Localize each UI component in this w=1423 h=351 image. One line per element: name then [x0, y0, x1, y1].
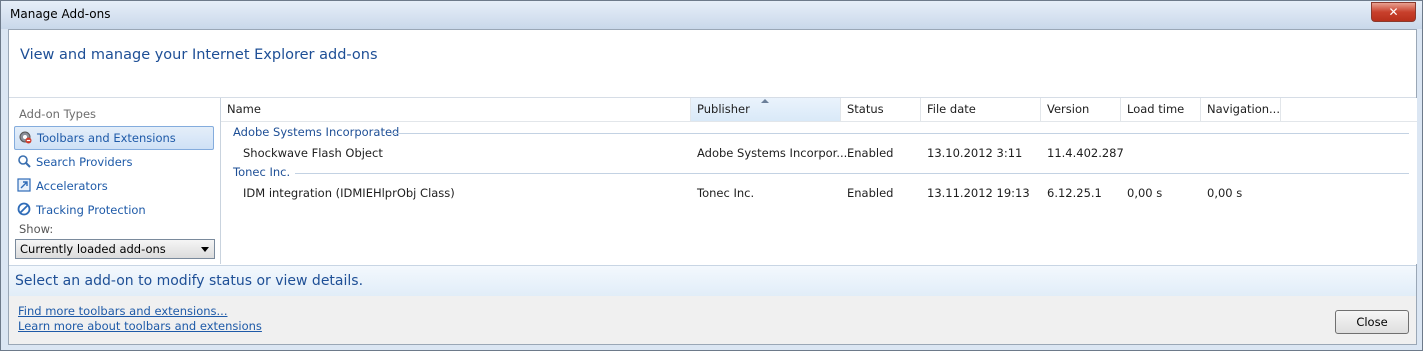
sidebar-item-toolbars-extensions[interactable]: Toolbars and Extensions	[14, 126, 214, 150]
manage-addons-window: Manage Add-ons ✕ View and manage your In…	[0, 0, 1423, 351]
window-title: Manage Add-ons	[10, 7, 111, 21]
cell-publisher: Tonec Inc.	[697, 186, 755, 200]
group-divider	[391, 133, 1409, 134]
show-label: Show:	[19, 222, 54, 236]
column-header-status[interactable]: Status	[841, 98, 921, 121]
cell-status: Enabled	[847, 146, 894, 160]
sort-ascending-icon	[761, 99, 769, 103]
close-button[interactable]: Close	[1335, 310, 1409, 334]
column-header-row: Name Publisher Status File date Version …	[221, 98, 1417, 122]
find-more-link[interactable]: Find more toolbars and extensions...	[18, 304, 227, 318]
cell-name: Shockwave Flash Object	[243, 146, 383, 160]
show-filter-value: Currently loaded add-ons	[20, 242, 166, 256]
window-close-button[interactable]: ✕	[1371, 2, 1416, 22]
column-header-version[interactable]: Version	[1041, 98, 1121, 121]
column-header-load-time[interactable]: Load time	[1121, 98, 1201, 121]
group-header: Adobe Systems Incorporated	[233, 125, 400, 139]
sidebar-item-tracking-protection[interactable]: Tracking Protection	[14, 199, 212, 221]
group-divider	[295, 173, 1409, 174]
group-header: Tonec Inc.	[233, 165, 291, 179]
sidebar-item-accelerators[interactable]: Accelerators	[14, 175, 212, 197]
cell-load-time: 0,00 s	[1127, 186, 1163, 200]
status-text: Select an add-on to modify status or vie…	[15, 273, 364, 289]
cell-status: Enabled	[847, 186, 894, 200]
search-icon	[18, 155, 31, 168]
chevron-down-icon	[201, 247, 209, 252]
title-bar: Manage Add-ons ✕	[1, 1, 1422, 29]
cell-navigation: 0,00 s	[1207, 186, 1243, 200]
show-filter-dropdown[interactable]: Currently loaded add-ons	[15, 239, 215, 259]
learn-more-link[interactable]: Learn more about toolbars and extensions	[18, 319, 262, 333]
cell-file-date: 13.10.2012 3:11	[927, 146, 1023, 160]
cell-version: 6.12.25.1	[1047, 186, 1102, 200]
sidebar-item-label: Tracking Protection	[36, 203, 146, 217]
addon-types-panel: Add-on Types Toolbars and Extensions Sea…	[9, 98, 219, 264]
cell-version: 11.4.402.287	[1047, 146, 1124, 160]
column-header-publisher[interactable]: Publisher	[691, 98, 841, 121]
header-area: View and manage your Internet Explorer a…	[9, 30, 1416, 98]
column-header-navigation[interactable]: Navigation...	[1201, 98, 1281, 121]
addons-list: Name Publisher Status File date Version …	[220, 98, 1417, 264]
gear-icon	[19, 131, 32, 144]
cell-file-date: 13.11.2012 19:13	[927, 186, 1030, 200]
column-header-file-date[interactable]: File date	[921, 98, 1041, 121]
table-row[interactable]: Shockwave Flash Object Adobe Systems Inc…	[221, 143, 1417, 163]
cell-publisher: Adobe Systems Incorpor...	[697, 146, 848, 160]
sidebar-item-search-providers[interactable]: Search Providers	[14, 151, 212, 173]
page-title: View and manage your Internet Explorer a…	[20, 47, 378, 63]
cell-name: IDM integration (IDMIEHlprObj Class)	[243, 186, 455, 200]
dialog-client: View and manage your Internet Explorer a…	[8, 29, 1417, 345]
table-row[interactable]: IDM integration (IDMIEHlprObj Class) Ton…	[221, 183, 1417, 203]
sidebar-item-label: Toolbars and Extensions	[37, 131, 176, 145]
addon-types-label: Add-on Types	[19, 107, 97, 121]
column-header-name[interactable]: Name	[221, 98, 691, 121]
sidebar-item-label: Search Providers	[36, 155, 133, 169]
details-status-bar: Select an add-on to modify status or vie…	[9, 265, 1416, 296]
block-icon	[17, 202, 31, 216]
footer-area: Find more toolbars and extensions... Lea…	[9, 296, 1416, 344]
sidebar-item-label: Accelerators	[36, 179, 108, 193]
column-header-publisher-label: Publisher	[697, 102, 750, 116]
accelerator-icon	[17, 178, 31, 192]
